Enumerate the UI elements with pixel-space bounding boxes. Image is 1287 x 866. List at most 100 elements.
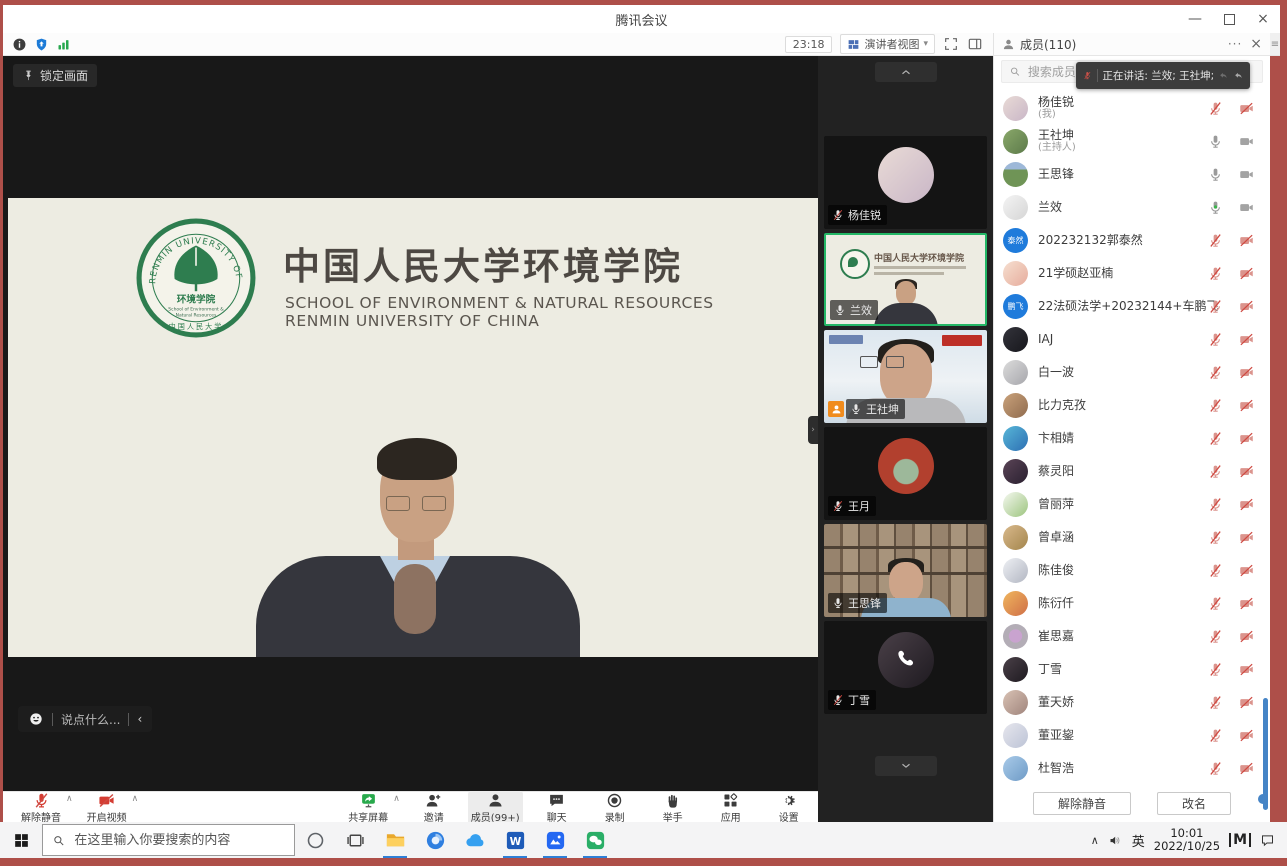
view-mode-button[interactable]: 演讲者视图 ▾	[840, 34, 935, 54]
member-row[interactable]: 陈佳俊	[994, 554, 1264, 587]
chevron-up-icon[interactable]: ∧	[66, 794, 73, 804]
mic-muted-icon[interactable]	[1208, 728, 1223, 743]
camera-off-icon[interactable]	[1239, 629, 1254, 644]
panel-close-icon[interactable]: ×	[1250, 36, 1262, 52]
unmute-button[interactable]: 解除静音	[1033, 792, 1131, 815]
mic-muted-icon[interactable]	[1208, 101, 1223, 116]
video-thumbnail[interactable]: 丁雪	[824, 621, 987, 714]
member-row[interactable]: IAJ	[994, 323, 1264, 356]
rename-button[interactable]: 改名	[1157, 792, 1231, 815]
record-button[interactable]: 录制	[591, 791, 639, 825]
share-button[interactable]: 共享屏幕	[344, 791, 392, 825]
member-row[interactable]: 卞相婧	[994, 422, 1264, 455]
member-row[interactable]: 杜智浩	[994, 752, 1264, 785]
member-row[interactable]: 董亚鋆	[994, 719, 1264, 752]
invite-button[interactable]: 邀请	[410, 791, 458, 825]
camera-icon[interactable]	[1239, 167, 1254, 182]
chevron-up-icon[interactable]: ∧	[393, 794, 400, 804]
ime-indicator[interactable]: M	[1229, 833, 1251, 847]
camera-off-icon[interactable]	[1239, 497, 1254, 512]
mic-muted-icon[interactable]	[1208, 398, 1223, 413]
taskbar-search[interactable]	[42, 824, 295, 856]
start-button[interactable]	[0, 822, 42, 858]
reply-arrow-icon[interactable]	[1219, 69, 1228, 83]
video-thumbnail[interactable]: 中国人民大学环境学院兰效	[824, 233, 987, 326]
camera-off-icon[interactable]	[1239, 431, 1254, 446]
camera-off-icon[interactable]	[1239, 662, 1254, 677]
camera-off-icon[interactable]	[1239, 101, 1254, 116]
minimize-icon[interactable]: —	[1178, 5, 1212, 33]
member-row[interactable]: 泰然202232132郭泰然	[994, 224, 1264, 257]
quick-chat-bubble[interactable]: 说点什么... ‹	[18, 706, 152, 732]
apps-button[interactable]: 应用	[707, 791, 755, 825]
strip-collapse-handle[interactable]: ›	[808, 416, 818, 444]
video-thumbnail[interactable]: 杨佳锐	[824, 136, 987, 229]
close-icon[interactable]: ×	[1246, 5, 1280, 33]
member-row[interactable]: 曾卓涵	[994, 521, 1264, 554]
taskbar-search-input[interactable]	[72, 832, 285, 849]
mic-muted-button[interactable]: 解除静音	[17, 791, 65, 825]
side-panel-icon[interactable]	[967, 36, 983, 52]
shield-icon[interactable]	[34, 37, 49, 52]
camera-off-icon[interactable]	[1239, 464, 1254, 479]
member-row[interactable]: 兰效	[994, 191, 1264, 224]
tray-expand-icon[interactable]: ∧	[1091, 834, 1099, 847]
camera-off-icon[interactable]	[1239, 728, 1254, 743]
member-row[interactable]: 白一波	[994, 356, 1264, 389]
video-thumbnail[interactable]: 王社坤	[824, 330, 987, 423]
mic-icon[interactable]	[1208, 134, 1223, 149]
titlebar[interactable]: 腾讯会议 — ×	[3, 5, 1280, 33]
cam-off-button[interactable]: 开启视频	[83, 791, 131, 825]
member-row[interactable]: 王思锋	[994, 158, 1264, 191]
mic-muted-icon[interactable]	[1208, 464, 1223, 479]
mic-muted-icon[interactable]	[1208, 365, 1223, 380]
quick-chat-placeholder[interactable]: 说点什么...	[61, 711, 120, 728]
mic-muted-icon[interactable]	[1208, 761, 1223, 776]
browser-icon[interactable]	[415, 822, 455, 858]
mic-muted-icon[interactable]	[1208, 563, 1223, 578]
member-row[interactable]: 董天娇	[994, 686, 1264, 719]
camera-off-icon[interactable]	[1239, 332, 1254, 347]
explorer-icon[interactable]	[375, 822, 415, 858]
mic-muted-icon[interactable]	[1208, 629, 1223, 644]
restore-icon[interactable]	[1212, 5, 1246, 33]
members-button[interactable]: 成员(99+)	[468, 791, 523, 825]
mic-muted-icon[interactable]	[1208, 299, 1223, 314]
tencent-meeting-icon[interactable]	[535, 822, 575, 858]
camera-icon[interactable]	[1239, 134, 1254, 149]
member-row[interactable]: 比力克孜	[994, 389, 1264, 422]
camera-icon[interactable]	[1239, 200, 1254, 215]
hand-button[interactable]: 举手	[649, 791, 697, 825]
camera-off-icon[interactable]	[1239, 365, 1254, 380]
pin-view-button[interactable]: 锁定画面	[13, 64, 97, 87]
scroll-down-button[interactable]	[875, 756, 937, 776]
scrollbar[interactable]	[1263, 698, 1268, 810]
video-thumbnail[interactable]: 王思锋	[824, 524, 987, 617]
wechat-icon[interactable]	[575, 822, 615, 858]
member-row[interactable]: 蔡灵阳	[994, 455, 1264, 488]
mic-icon[interactable]	[1208, 200, 1223, 215]
network-signal-icon[interactable]	[56, 37, 71, 52]
member-row[interactable]: 王社坤(主持人)	[994, 125, 1264, 158]
member-row[interactable]: 21学硕赵亚楠	[994, 257, 1264, 290]
mic-muted-icon[interactable]	[1208, 233, 1223, 248]
cloud-icon[interactable]	[455, 822, 495, 858]
mic-icon[interactable]	[1208, 167, 1223, 182]
mic-muted-icon[interactable]	[1208, 530, 1223, 545]
chevron-up-icon[interactable]: ∧	[132, 794, 139, 804]
camera-off-icon[interactable]	[1239, 596, 1254, 611]
camera-off-icon[interactable]	[1239, 299, 1254, 314]
camera-off-icon[interactable]	[1239, 398, 1254, 413]
member-row[interactable]: 丁雪	[994, 653, 1264, 686]
reply-arrow-icon[interactable]	[1234, 69, 1243, 83]
camera-off-icon[interactable]	[1239, 266, 1254, 281]
input-language[interactable]: 英	[1132, 831, 1145, 850]
word-icon[interactable]: W	[495, 822, 535, 858]
mic-muted-icon[interactable]	[1208, 596, 1223, 611]
member-row[interactable]: 曾丽萍	[994, 488, 1264, 521]
mic-muted-icon[interactable]	[1208, 332, 1223, 347]
camera-off-icon[interactable]	[1239, 563, 1254, 578]
mic-muted-icon[interactable]	[1208, 662, 1223, 677]
more-icon[interactable]: ···	[1228, 37, 1242, 51]
video-thumbnail[interactable]: 王月	[824, 427, 987, 520]
